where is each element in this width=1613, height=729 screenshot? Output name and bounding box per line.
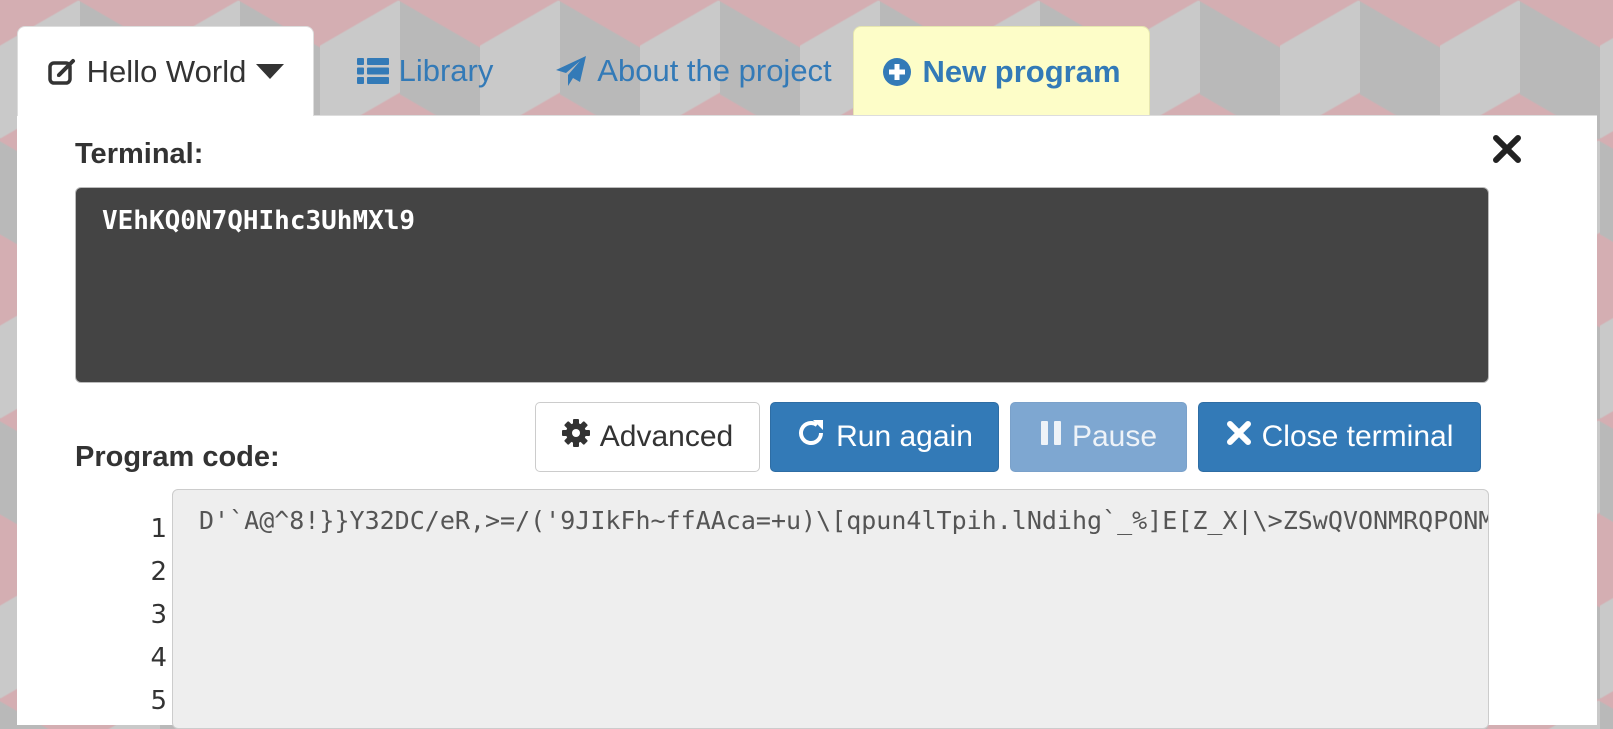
gear-icon <box>561 419 590 455</box>
line-number-gutter: 1 2 3 4 5 <box>117 508 167 723</box>
program-panel: Terminal: VEhKQ0N7QHIhc3UhMXl9 Program c… <box>17 115 1597 729</box>
tab-about-label: About the project <box>597 53 832 88</box>
refresh-icon <box>796 418 826 456</box>
plus-circle-icon <box>882 57 912 87</box>
tab-new-program[interactable]: New program <box>853 26 1150 116</box>
list-icon <box>356 57 389 85</box>
tab-hello-world[interactable]: Hello World <box>17 26 314 116</box>
tab-about-project[interactable]: About the project <box>552 26 835 116</box>
tab-library[interactable]: Library <box>350 26 500 116</box>
close-icon[interactable] <box>1492 134 1522 164</box>
paper-plane-icon <box>555 55 587 87</box>
pause-label: Pause <box>1071 420 1158 453</box>
terminal-label: Terminal: <box>75 138 204 170</box>
x-icon <box>1226 420 1252 454</box>
line-number: 4 <box>150 643 167 673</box>
tab-new-program-label: New program <box>922 53 1121 89</box>
program-code-editor[interactable]: D'`A@^8!}}Y32DC/eR,>=/('9JIkFh~ffAAca=+u… <box>172 489 1489 729</box>
tab-bar: Hello World Library About the project Ne… <box>17 26 1597 116</box>
pause-icon <box>1040 420 1062 454</box>
advanced-label: Advanced <box>599 420 734 453</box>
code-line[interactable]: D'`A@^8!}}Y32DC/eR,>=/('9JIkFh~ffAAca=+u… <box>199 506 1488 535</box>
line-number: 2 <box>150 557 167 587</box>
run-again-button[interactable]: Run again <box>770 402 999 472</box>
line-number: 5 <box>150 686 167 716</box>
tab-hello-world-label: Hello World <box>86 53 247 89</box>
pause-button[interactable]: Pause <box>1010 402 1187 472</box>
tab-library-label: Library <box>398 53 494 88</box>
advanced-button[interactable]: Advanced <box>535 402 760 472</box>
close-terminal-button[interactable]: Close terminal <box>1198 402 1481 472</box>
run-again-label: Run again <box>836 420 973 453</box>
caret-down-icon <box>256 63 285 80</box>
close-terminal-label: Close terminal <box>1261 420 1454 453</box>
edit-icon <box>47 57 77 87</box>
terminal-output: VEhKQ0N7QHIhc3UhMXl9 <box>75 187 1489 383</box>
line-number: 1 <box>150 514 167 544</box>
program-code-label: Program code: <box>75 441 280 473</box>
line-number: 3 <box>150 600 167 630</box>
